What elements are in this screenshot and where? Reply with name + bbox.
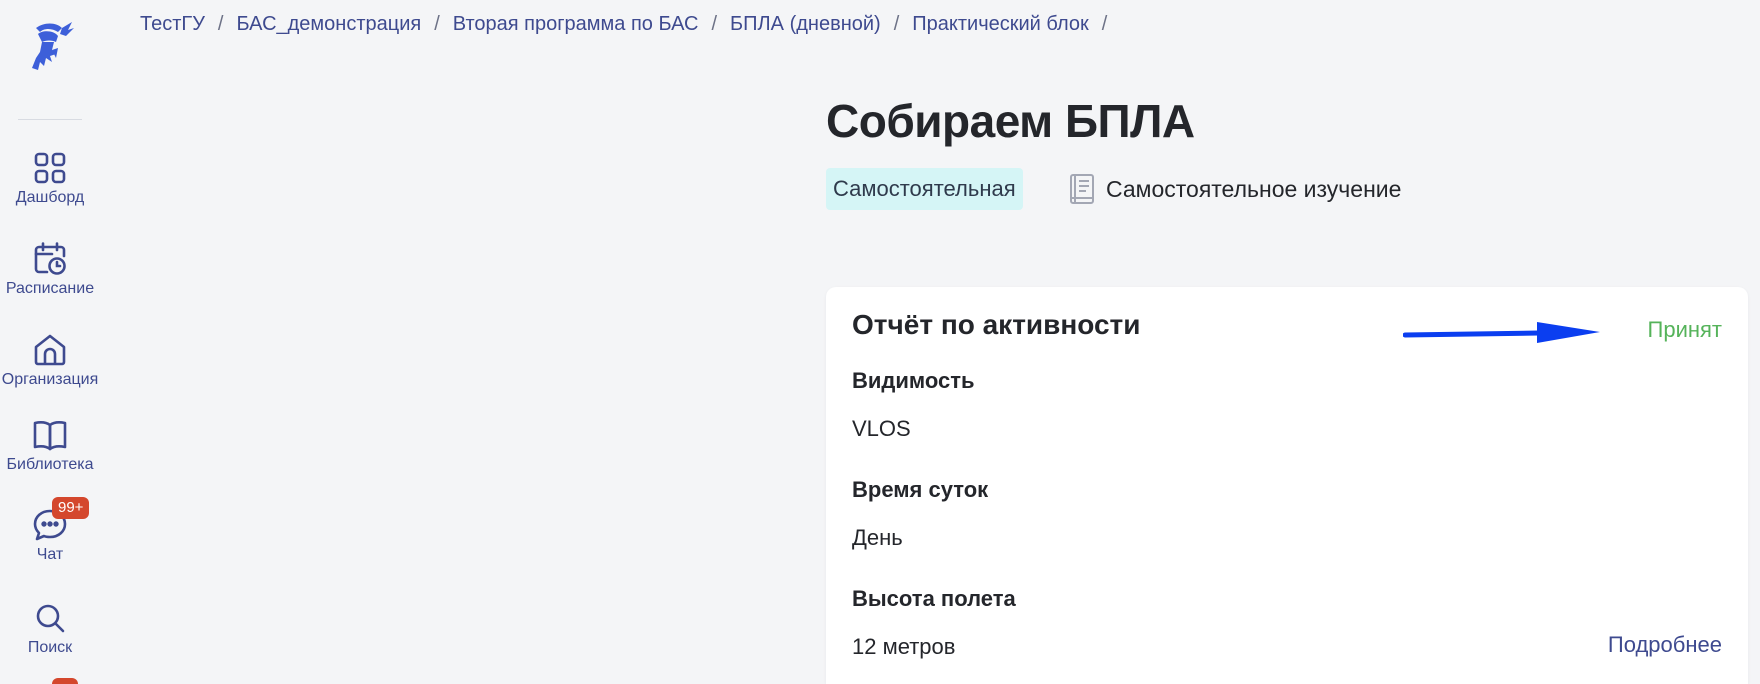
card-title: Отчёт по активности [852, 309, 1141, 340]
sidebar-item-organization[interactable]: Организация [0, 332, 100, 389]
sidebar-item-label: Поиск [27, 639, 73, 656]
sidebar-item-chat[interactable]: Чат 99+ [0, 497, 100, 564]
more-details-link[interactable]: Подробнее [1608, 632, 1722, 658]
breadcrumb-separator: / [434, 13, 440, 35]
sidebar-item-search[interactable]: Поиск [0, 600, 100, 657]
chat-unread-badge: 99+ [52, 497, 90, 519]
sidebar-item-label: Дашборд [15, 189, 85, 206]
dashboard-grid-icon [34, 152, 66, 184]
breadcrumb-item[interactable]: БПЛА (дневной) [730, 13, 881, 35]
page: Дашборд Расписание Организация Библиотек… [0, 0, 1760, 684]
breadcrumb-separator: / [893, 13, 900, 35]
sidebar-item-label: Библиотека [6, 456, 94, 473]
sidebar-item-schedule[interactable]: Расписание [0, 241, 100, 298]
search-icon [36, 604, 65, 633]
field-label-time-of-day: Время суток [852, 477, 989, 502]
breadcrumb-item[interactable]: Вторая программа по БАС [453, 13, 699, 35]
breadcrumb: ТестГУ / БАС_демонстрация / Вторая программа… [140, 13, 1120, 36]
breadcrumb-item[interactable]: БАС_демонстрация [236, 13, 421, 35]
sidebar-item-label: Расписание [5, 280, 95, 297]
status-badge: Принят [1647, 317, 1722, 342]
sidebar-divider [18, 119, 82, 120]
field-label-flight-altitude: Высота полета [852, 586, 1016, 611]
breadcrumb-separator: / [217, 13, 224, 35]
sidebar-item-dashboard[interactable]: Дашборд [0, 150, 100, 207]
field-value-visibility: VLOS [852, 416, 911, 441]
field-value-time-of-day: День [852, 525, 903, 550]
sidebar-item-library[interactable]: Библиотека [0, 417, 100, 474]
breadcrumb-separator: / [711, 13, 718, 35]
page-title: Собираем БПЛА [826, 95, 1195, 147]
activity-report-card: Отчёт по активности Принят Видимость VLO… [826, 287, 1748, 684]
sidebar-item-label: Организация [1, 371, 99, 388]
study-mode-label: Самостоятельное изучение [1106, 175, 1402, 202]
partial-notification-badge [52, 678, 78, 684]
sidebar-item-label: Чат [36, 546, 64, 563]
breadcrumb-item[interactable]: ТестГУ [140, 13, 205, 35]
sidebar: Дашборд Расписание Организация Библиотек… [0, 0, 100, 684]
field-value-flight-altitude: 12 метров [852, 634, 956, 659]
study-mode: Самостоятельное изучение [1068, 172, 1401, 206]
breadcrumb-separator: / [1101, 13, 1108, 35]
activity-type-tag: Самостоятельная [826, 168, 1023, 210]
calendar-clock-icon [34, 242, 66, 275]
organization-home-icon [34, 334, 66, 366]
book-icon [1070, 174, 1094, 204]
book-open-icon [33, 421, 67, 451]
field-label-visibility: Видимость [852, 368, 975, 393]
viking-logo-icon[interactable] [22, 18, 78, 74]
breadcrumb-item[interactable]: Практический блок [912, 13, 1088, 35]
annotation-arrow-icon [1403, 322, 1600, 343]
